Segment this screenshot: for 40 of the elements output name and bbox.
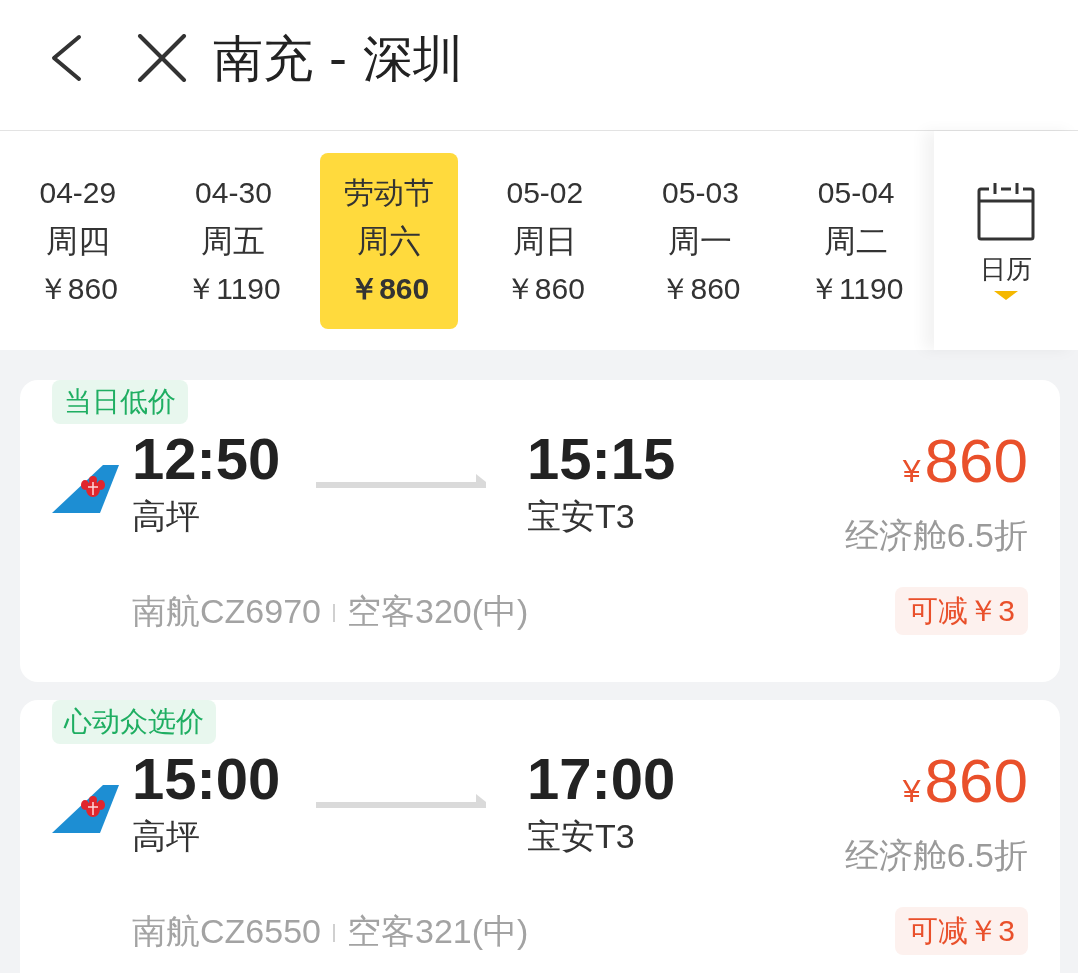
aircraft-type: 空客321(中): [346, 911, 529, 951]
arrival-time: 15:15: [527, 430, 676, 488]
discount-tag: 可减￥3: [895, 587, 1028, 635]
arrival-time: 17:00: [527, 750, 676, 808]
departure-airport: 高坪: [132, 496, 200, 536]
arrival-airport: 宝安T3: [527, 496, 635, 536]
dropdown-triangle-icon: [994, 291, 1018, 300]
date-tab[interactable]: 05-03 周一 ￥860: [631, 152, 770, 329]
flight-price: ¥860: [902, 430, 1028, 497]
arrival-airport: 宝安T3: [527, 816, 635, 856]
tail-fin-logo-icon: [52, 785, 119, 833]
route-arrow-icon: [316, 794, 486, 808]
flight-price: ¥860: [902, 750, 1028, 817]
deal-tag: 心动众选价: [52, 700, 216, 744]
flight-card[interactable]: 当日低价 12:50 高坪 15:15 宝安T3 ¥860 经济舱6.5折 南航CZ6970 空客320(中) 可减￥3: [20, 380, 1060, 682]
departure-airport: 高坪: [132, 816, 200, 856]
date-tab[interactable]: 05-02 周日 ￥860: [475, 152, 614, 329]
flight-number: 南航CZ6970: [132, 591, 321, 631]
cabin-class: 经济舱6.5折: [844, 835, 1028, 875]
date-tab[interactable]: 04-30 周五 ￥1190: [164, 152, 303, 329]
date-tab[interactable]: 劳动节 周六 ￥860: [320, 152, 459, 329]
back-icon: [50, 34, 82, 82]
date-tab[interactable]: 04-29 周四 ￥860: [8, 152, 147, 329]
tail-fin-logo-icon: [52, 465, 119, 513]
date-tab[interactable]: 05-04 周二 ￥1190: [787, 152, 926, 329]
departure-time: 12:50: [132, 430, 281, 488]
departure-time: 15:00: [132, 750, 281, 808]
aircraft-type: 空客320(中): [346, 591, 529, 631]
flight-card[interactable]: 心动众选价 15:00 高坪 17:00 宝安T3 ¥860 经济舱6.5折 南航CZ6550 空客321(中) 可减￥3: [20, 700, 1060, 973]
flight-number: 南航CZ6550: [132, 911, 321, 951]
close-button[interactable]: [137, 34, 187, 82]
calendar-button[interactable]: 日历: [934, 131, 1078, 350]
discount-tag: 可减￥3: [895, 907, 1028, 955]
cabin-class: 经济舱6.5折: [844, 515, 1028, 555]
back-button[interactable]: [50, 34, 82, 82]
route-title: 南充 - 深圳: [213, 31, 463, 87]
close-icon: [137, 34, 187, 82]
route-arrow-icon: [316, 474, 486, 488]
calendar-icon: [977, 183, 1035, 241]
deal-tag: 当日低价: [52, 380, 188, 424]
